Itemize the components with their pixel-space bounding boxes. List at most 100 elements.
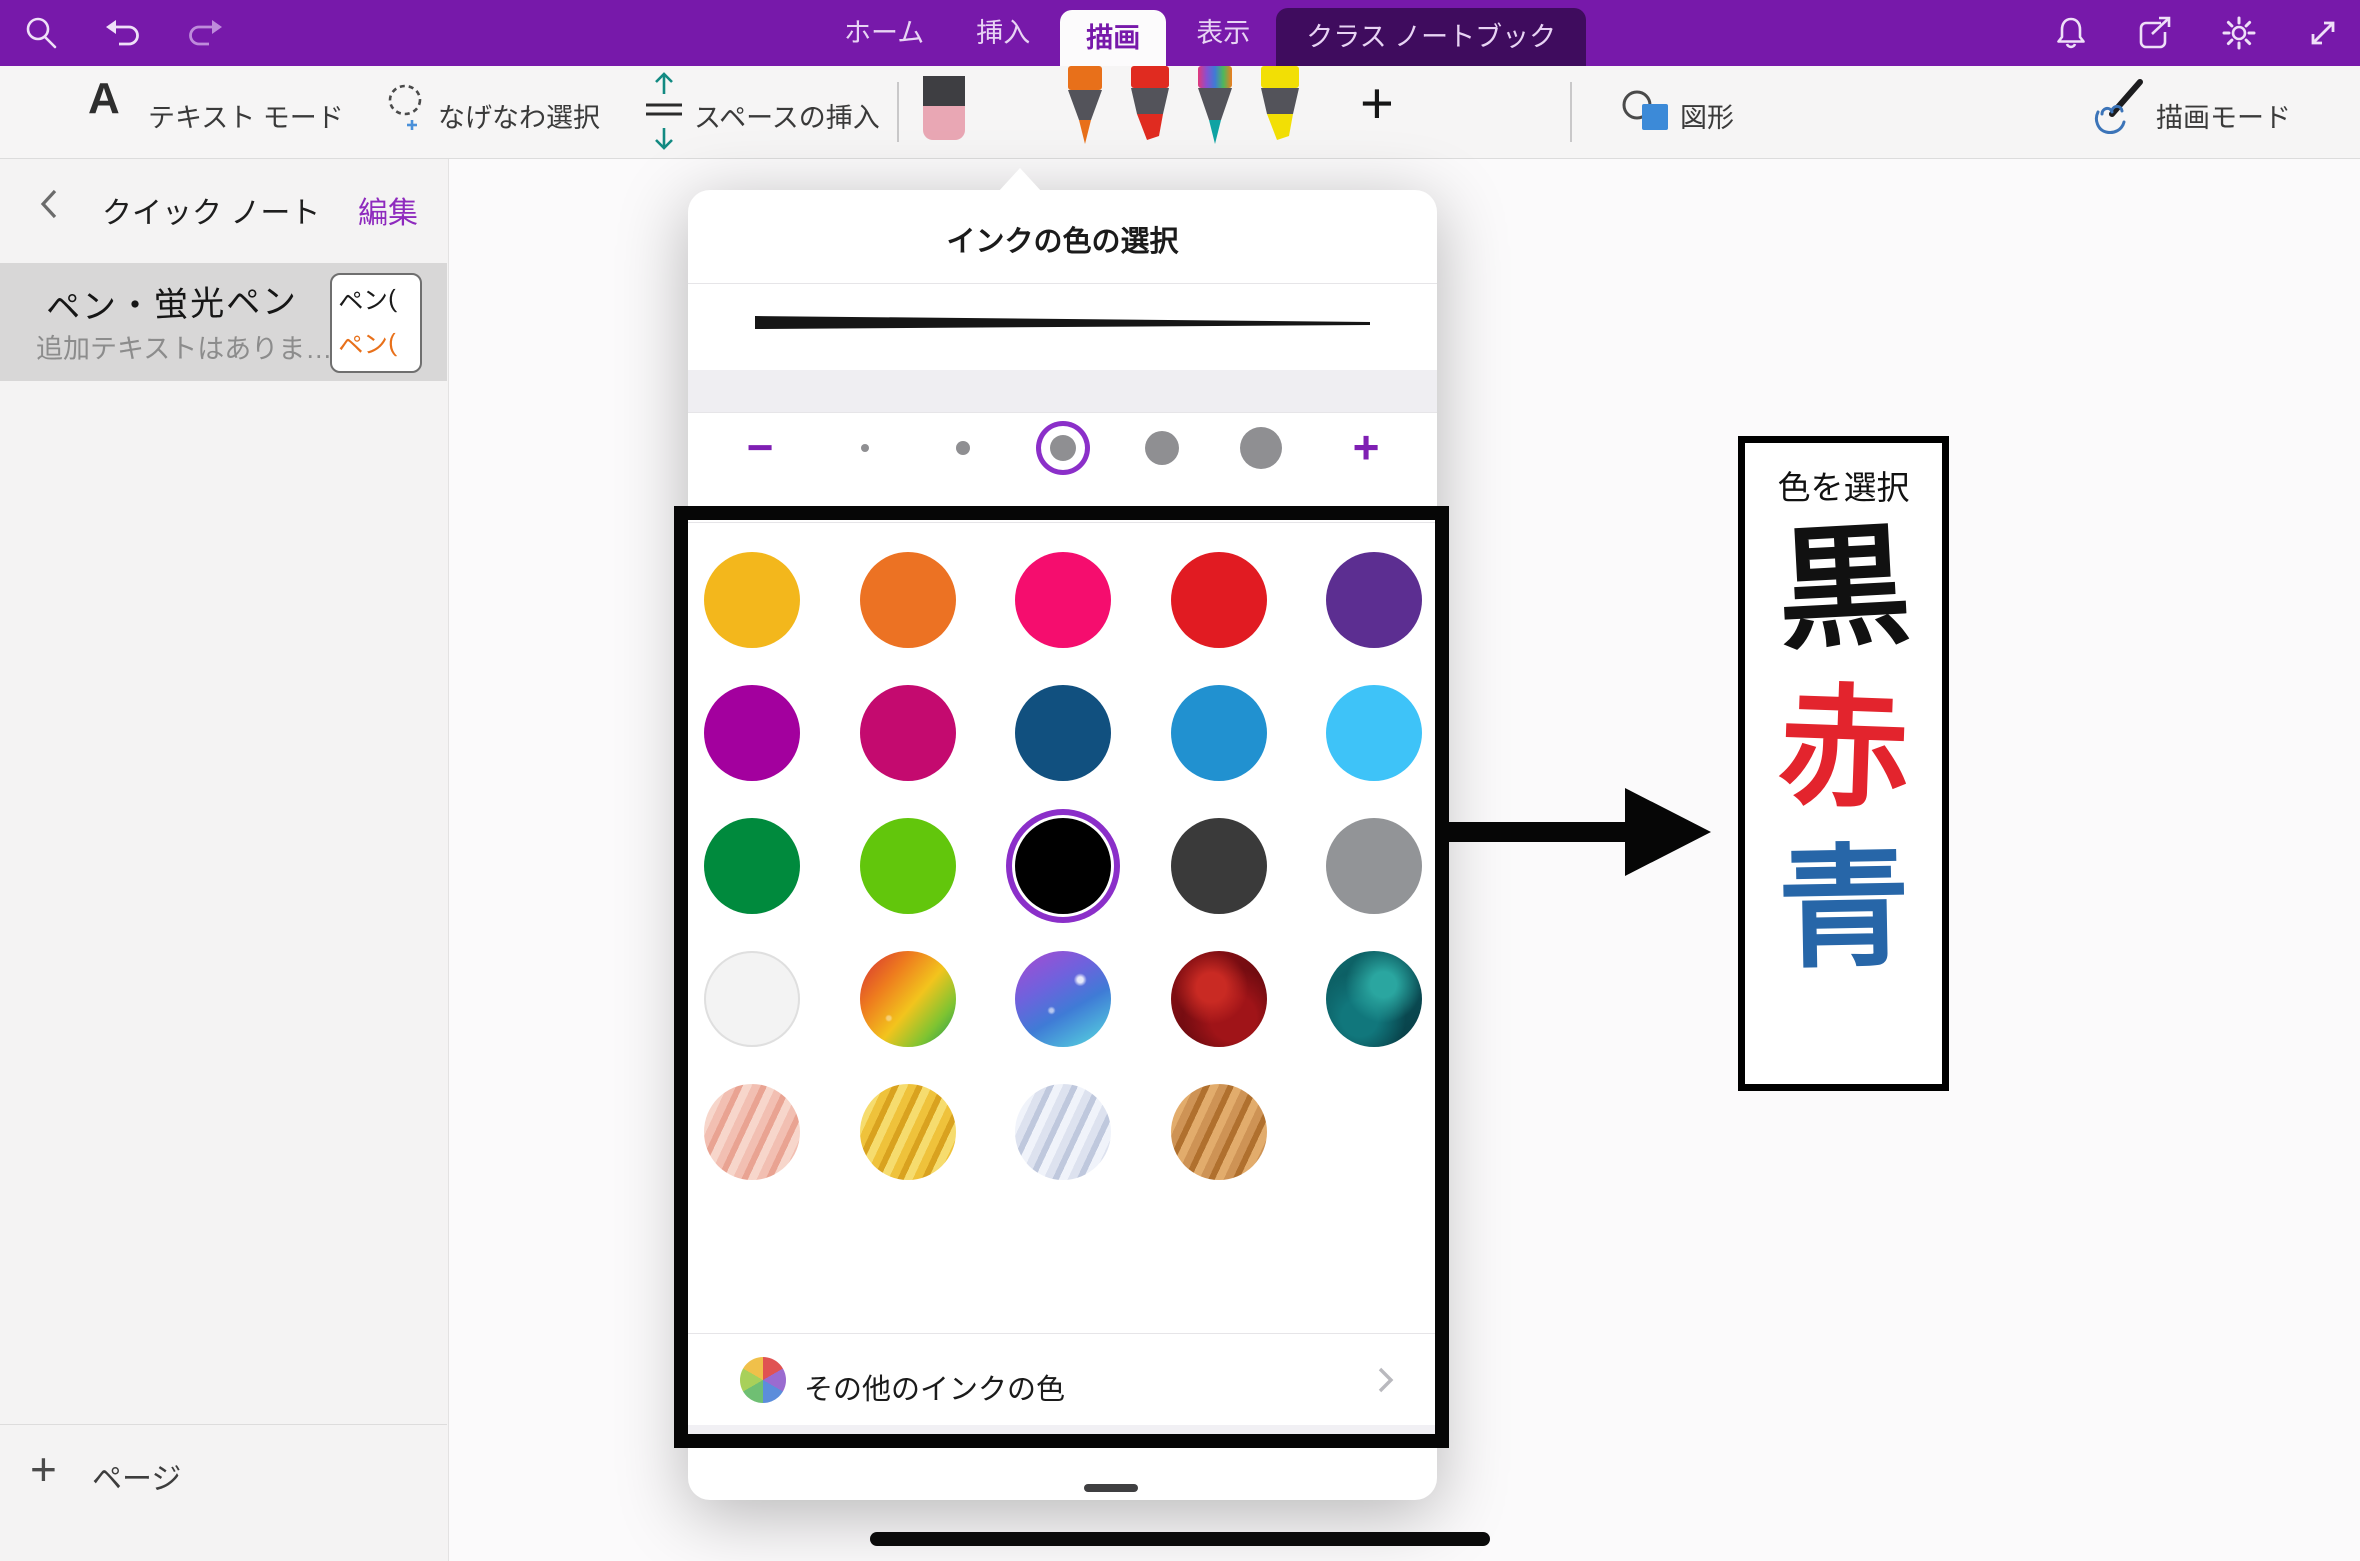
eraser-tool[interactable]	[915, 72, 973, 144]
yellow-highlighter-tool[interactable]	[1253, 66, 1307, 152]
undo-icon[interactable]	[104, 14, 142, 52]
ink-color-black[interactable]	[1015, 818, 1111, 914]
plus-icon: +	[30, 1442, 57, 1496]
insert-space-icon[interactable]	[642, 72, 686, 155]
ink-color-galaxy[interactable]	[1015, 951, 1111, 1047]
handwritten-blue: 青	[1776, 828, 1911, 990]
insert-space-button[interactable]: スペースの挿入	[694, 96, 880, 135]
ink-color-rainbow-glitter[interactable]	[860, 951, 956, 1047]
gear-icon[interactable]	[2220, 14, 2258, 52]
bell-icon[interactable]	[2052, 14, 2090, 52]
stroke-size-option-4[interactable]	[1145, 431, 1179, 465]
redo-icon[interactable]	[186, 14, 224, 52]
ink-color-raspberry[interactable]	[860, 685, 956, 781]
annotation-arrow-icon	[1449, 782, 1717, 882]
share-icon[interactable]	[2136, 14, 2174, 52]
stroke-preview	[755, 310, 1370, 340]
shapes-icon[interactable]	[1622, 88, 1670, 137]
orange-pen-tool[interactable]	[1058, 66, 1112, 152]
popup-caret	[998, 168, 1042, 192]
chevron-right-icon	[1377, 1366, 1395, 1394]
toolbar-separator	[1570, 82, 1572, 142]
ink-color-silver[interactable]	[1015, 1084, 1111, 1180]
ink-color-purple[interactable]	[1326, 552, 1422, 648]
add-pen-button[interactable]: +	[1360, 70, 1394, 137]
expand-icon[interactable]	[2304, 14, 2342, 52]
color-wheel-icon	[740, 1357, 786, 1403]
text-mode-button[interactable]: テキスト モード	[148, 96, 344, 135]
ink-color-magenta[interactable]	[704, 685, 800, 781]
stroke-size-option-2[interactable]	[956, 441, 970, 455]
handwritten-black: 黒	[1773, 506, 1913, 673]
sidebar-title: クイック ノート	[102, 188, 320, 232]
page-thumbnail: ペン( ペン(	[330, 273, 422, 373]
draw-ribbon	[0, 66, 2360, 159]
home-indicator[interactable]	[870, 1532, 1490, 1546]
ink-color-orange[interactable]	[860, 552, 956, 648]
popup-section-gap	[688, 370, 1437, 412]
color-select-label: 色を選択	[1745, 461, 1942, 509]
draw-mode-button[interactable]: 描画モード	[2156, 96, 2291, 135]
ink-color-popup: インクの色の選択 − + その他のインクの色	[688, 190, 1437, 1500]
lasso-select-button[interactable]: なげなわ選択	[438, 96, 600, 135]
ink-color-white[interactable]	[704, 951, 800, 1047]
page-snippet: 追加テキストはありま…	[36, 327, 332, 366]
more-ink-colors-row[interactable]: その他のインクの色	[688, 1334, 1437, 1424]
divider	[688, 283, 1437, 284]
ink-color-grid	[688, 552, 1437, 1252]
sidebar-divider	[0, 1424, 447, 1425]
ink-color-light-green[interactable]	[860, 818, 956, 914]
stroke-size-option-1[interactable]	[861, 444, 869, 452]
tab-insert[interactable]: 挿入	[950, 0, 1056, 66]
page-title-handwritten: ペン・蛍光ペン	[45, 274, 298, 330]
ink-color-dark-gray[interactable]	[1171, 818, 1267, 914]
edit-button[interactable]: 編集	[358, 188, 418, 232]
thumbnail-ink-black: ペン(	[337, 279, 398, 319]
ink-color-pink[interactable]	[1015, 552, 1111, 648]
top-app-bar: ホーム 挿入 描画 表示 クラス ノートブック	[0, 0, 2360, 66]
popup-section-gap	[688, 1425, 1437, 1445]
shapes-button[interactable]: 図形	[1680, 96, 1734, 135]
search-icon[interactable]	[22, 14, 60, 52]
toolbar-separator	[897, 82, 899, 142]
stroke-size-decrease-button[interactable]: −	[732, 420, 788, 474]
more-ink-colors-label: その他のインクの色	[804, 1366, 1065, 1408]
popup-drag-handle[interactable]	[1084, 1484, 1138, 1492]
thumbnail-ink-orange: ペン(	[337, 323, 398, 363]
rainbow-pen-tool[interactable]	[1188, 66, 1242, 152]
chevron-left-icon[interactable]	[38, 188, 60, 220]
stroke-size-option-5[interactable]	[1240, 427, 1282, 469]
tab-view[interactable]: 表示	[1170, 0, 1276, 66]
ink-color-gold[interactable]	[860, 1084, 956, 1180]
color-select-annotation-box: 色を選択 黒赤青	[1738, 436, 1949, 1091]
stroke-size-option-3[interactable]	[1050, 435, 1076, 461]
divider	[688, 412, 1437, 413]
tab-home[interactable]: ホーム	[818, 0, 950, 66]
ink-color-yellow[interactable]	[704, 552, 800, 648]
tab-class-notebook[interactable]: クラス ノートブック	[1276, 8, 1586, 66]
stroke-size-increase-button[interactable]: +	[1338, 420, 1394, 474]
handwritten-colors: 黒赤青	[1745, 509, 1942, 989]
red-highlighter-tool[interactable]	[1123, 66, 1177, 152]
ink-color-ocean-teal[interactable]	[1326, 951, 1422, 1047]
draw-mode-icon[interactable]	[2090, 78, 2148, 143]
ink-color-green[interactable]	[704, 818, 800, 914]
ink-color-rose-gold[interactable]	[704, 1084, 800, 1180]
add-page-button[interactable]: + ページ	[30, 1448, 290, 1508]
popup-title: インクの色の選択	[688, 218, 1437, 260]
ink-color-dark-blue[interactable]	[1015, 685, 1111, 781]
add-page-label: ページ	[92, 1454, 181, 1498]
ink-color-gray[interactable]	[1326, 818, 1422, 914]
lasso-select-icon[interactable]	[385, 82, 429, 137]
divider	[688, 522, 1437, 523]
ink-color-light-blue[interactable]	[1326, 685, 1422, 781]
text-mode-icon: A	[88, 74, 120, 124]
page-list-item-selected[interactable]: ペン・蛍光ペン 追加テキストはありま… ペン( ペン(	[0, 263, 447, 381]
handwritten-red: 赤	[1775, 667, 1913, 832]
ink-color-garnet-red[interactable]	[1171, 951, 1267, 1047]
tab-draw[interactable]: 描画	[1060, 10, 1166, 66]
ink-color-blue[interactable]	[1171, 685, 1267, 781]
ink-color-bronze[interactable]	[1171, 1084, 1267, 1180]
ink-color-red[interactable]	[1171, 552, 1267, 648]
ribbon-tabs: ホーム 挿入 描画 表示 クラス ノートブック	[818, 0, 1586, 66]
